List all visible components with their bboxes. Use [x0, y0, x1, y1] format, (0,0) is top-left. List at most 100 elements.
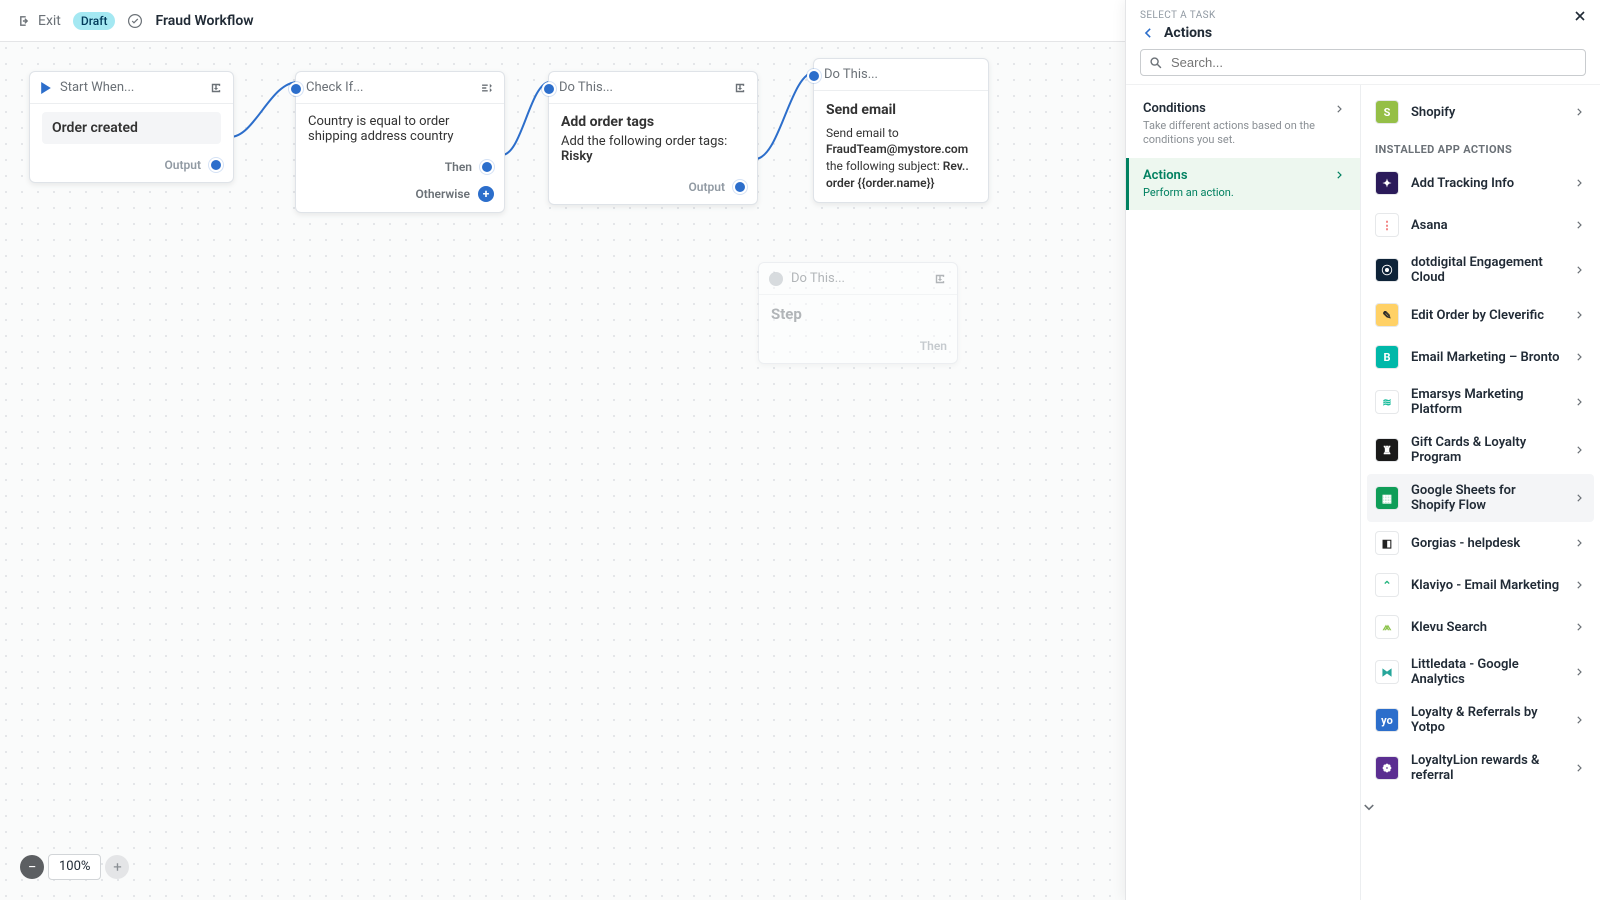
task-conditions[interactable]: Conditions Take different actions based …: [1126, 91, 1360, 158]
app-icon: ⋮: [1375, 213, 1399, 237]
app-label: Shopify: [1411, 105, 1562, 120]
task-type-list: Conditions Take different actions based …: [1126, 85, 1361, 900]
app-icon: B: [1375, 345, 1399, 369]
otherwise-label: Otherwise: [416, 187, 470, 201]
app-row[interactable]: ✎ Edit Order by Cleverific: [1361, 294, 1600, 336]
app-row[interactable]: ◧ Gorgias - helpdesk: [1361, 522, 1600, 564]
output-label: Output: [165, 158, 201, 172]
chevron-right-icon: [1574, 444, 1586, 456]
import-icon: [933, 272, 947, 286]
show-more[interactable]: [1361, 792, 1600, 824]
input-port[interactable]: [542, 82, 556, 96]
app-row[interactable]: yo Loyalty & Referrals by Yotpo: [1361, 696, 1600, 744]
input-port[interactable]: [289, 82, 303, 96]
app-row[interactable]: ⋮ Asana: [1361, 204, 1600, 246]
node-head-label: Do This...: [559, 80, 613, 95]
then-label: Then: [445, 160, 472, 174]
app-icon: S: [1375, 100, 1399, 124]
app-icon: ▦: [1375, 486, 1399, 510]
condition-icon: [480, 81, 494, 95]
chevron-right-icon: [1574, 714, 1586, 726]
output-port[interactable]: [733, 180, 747, 194]
node-action-add-tags[interactable]: Do This... Add order tags Add the follow…: [548, 71, 758, 205]
node-head-label: Do This...: [824, 67, 878, 82]
chevron-right-icon: [1334, 169, 1346, 181]
exit-icon: [18, 14, 32, 28]
output-port[interactable]: [209, 158, 223, 172]
task-actions[interactable]: Actions Perform an action.: [1126, 158, 1360, 210]
input-port[interactable]: [807, 69, 821, 83]
action-title: Send email: [826, 101, 976, 121]
section-label: INSTALLED APP ACTIONS: [1361, 133, 1600, 162]
app-row[interactable]: ⩕ Klevu Search: [1361, 606, 1600, 648]
then-port[interactable]: [480, 160, 494, 174]
chevron-right-icon: [1574, 621, 1586, 633]
app-label: Loyalty & Referrals by Yotpo: [1411, 705, 1562, 735]
import-icon[interactable]: [733, 81, 747, 95]
then-label: Then: [920, 339, 947, 353]
app-row[interactable]: ✦ Add Tracking Info: [1361, 162, 1600, 204]
step-title: Step: [771, 305, 945, 323]
app-row[interactable]: ▦ Google Sheets for Shopify Flow: [1367, 474, 1594, 522]
otherwise-add[interactable]: +: [478, 186, 494, 202]
zoom-in-button[interactable]: +: [105, 855, 129, 879]
app-label: Gorgias - helpdesk: [1411, 536, 1562, 551]
import-icon[interactable]: [209, 81, 223, 95]
app-label: Edit Order by Cleverific: [1411, 308, 1562, 323]
app-row[interactable]: ⧓ Littledata - Google Analytics: [1361, 648, 1600, 696]
app-icon: ⦿: [1375, 258, 1399, 282]
zoom-controls: − 100% +: [20, 854, 129, 880]
chevron-right-icon: [1574, 177, 1586, 189]
chevron-right-icon: [1574, 219, 1586, 231]
app-row[interactable]: ⦿ dotdigital Engagement Cloud: [1361, 246, 1600, 294]
app-row[interactable]: ⌃ Klaviyo - Email Marketing: [1361, 564, 1600, 606]
placeholder-dot: [769, 272, 783, 286]
search-input[interactable]: [1171, 55, 1577, 70]
app-row[interactable]: ♜ Gift Cards & Loyalty Program: [1361, 426, 1600, 474]
exit-button[interactable]: Exit: [18, 13, 61, 29]
app-label: Add Tracking Info: [1411, 176, 1562, 191]
app-row[interactable]: ≋ Emarsys Marketing Platform: [1361, 378, 1600, 426]
apps-list: S Shopify INSTALLED APP ACTIONS ✦ Add Tr…: [1361, 85, 1600, 900]
panel-title: Actions: [1164, 25, 1212, 41]
node-start[interactable]: Start When... Order created Output: [29, 71, 234, 183]
play-icon: [40, 82, 52, 94]
app-icon: ≋: [1375, 390, 1399, 414]
node-condition[interactable]: Check If... Country is equal to order sh…: [295, 71, 505, 213]
chevron-right-icon: [1574, 106, 1586, 118]
node-head-label: Start When...: [60, 80, 134, 95]
zoom-out-button[interactable]: −: [20, 855, 44, 879]
app-row[interactable]: B Email Marketing – Bronto: [1361, 336, 1600, 378]
action-desc: Send email to FraudTeam@mystore.com the …: [826, 125, 976, 192]
check-icon: [127, 13, 143, 29]
app-label: dotdigital Engagement Cloud: [1411, 255, 1562, 285]
app-icon: ⩕: [1375, 615, 1399, 639]
chevron-right-icon: [1334, 103, 1346, 115]
app-icon: yo: [1375, 708, 1399, 732]
panel-eyebrow: SELECT A TASK: [1140, 10, 1586, 21]
app-label: Littledata - Google Analytics: [1411, 657, 1562, 687]
app-icon: ✎: [1375, 303, 1399, 327]
node-head-label: Check If...: [306, 80, 363, 95]
output-label: Output: [689, 180, 725, 194]
chevron-down-icon: [1361, 800, 1377, 816]
app-row[interactable]: S Shopify: [1361, 91, 1600, 133]
node-placeholder[interactable]: Do This... Step Then: [758, 262, 958, 364]
close-button[interactable]: [1572, 8, 1588, 24]
app-icon: ◧: [1375, 531, 1399, 555]
chevron-right-icon: [1574, 264, 1586, 276]
app-label: Gift Cards & Loyalty Program: [1411, 435, 1562, 465]
app-row[interactable]: ❁ LoyaltyLion rewards & referral: [1361, 744, 1600, 792]
trigger-name: Order created: [42, 112, 221, 144]
node-action-send-email[interactable]: Do This... Send email Send email to Frau…: [813, 58, 989, 203]
app-icon: ❁: [1375, 756, 1399, 780]
search-field[interactable]: [1140, 49, 1586, 76]
app-label: Klevu Search: [1411, 620, 1562, 635]
zoom-value[interactable]: 100%: [48, 854, 101, 880]
app-label: Email Marketing – Bronto: [1411, 350, 1562, 365]
chevron-right-icon: [1574, 309, 1586, 321]
back-icon[interactable]: [1140, 25, 1156, 41]
app-icon: ⧓: [1375, 660, 1399, 684]
action-desc: Add the following order tags: Risky: [561, 134, 745, 164]
workflow-title: Fraud Workflow: [155, 13, 253, 29]
